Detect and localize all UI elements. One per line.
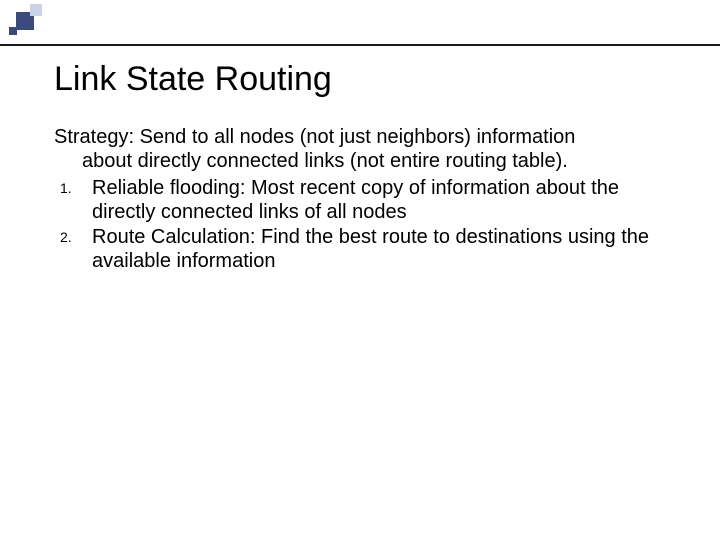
decor-square-light xyxy=(30,4,42,16)
list-item-text: Route Calculation: Find the best route t… xyxy=(92,225,666,274)
decor-square-dark-small xyxy=(9,27,17,35)
strategy-line-2: about directly connected links (not enti… xyxy=(54,149,666,173)
slide-title: Link State Routing xyxy=(54,60,666,99)
list-item-text: Reliable flooding: Most recent copy of i… xyxy=(92,176,666,225)
list-number: 1. xyxy=(54,176,92,225)
strategy-line-1: Strategy: Send to all nodes (not just ne… xyxy=(54,126,575,148)
slide-content: Link State Routing Strategy: Send to all… xyxy=(0,0,720,273)
strategy-text: Strategy: Send to all nodes (not just ne… xyxy=(54,125,666,174)
list-item: 2. Route Calculation: Find the best rout… xyxy=(54,225,666,274)
list-item: 1. Reliable flooding: Most recent copy o… xyxy=(54,176,666,225)
horizontal-rule xyxy=(0,44,720,46)
list-number: 2. xyxy=(54,225,92,274)
slide-decoration xyxy=(0,0,38,38)
numbered-list: 1. Reliable flooding: Most recent copy o… xyxy=(54,176,666,274)
